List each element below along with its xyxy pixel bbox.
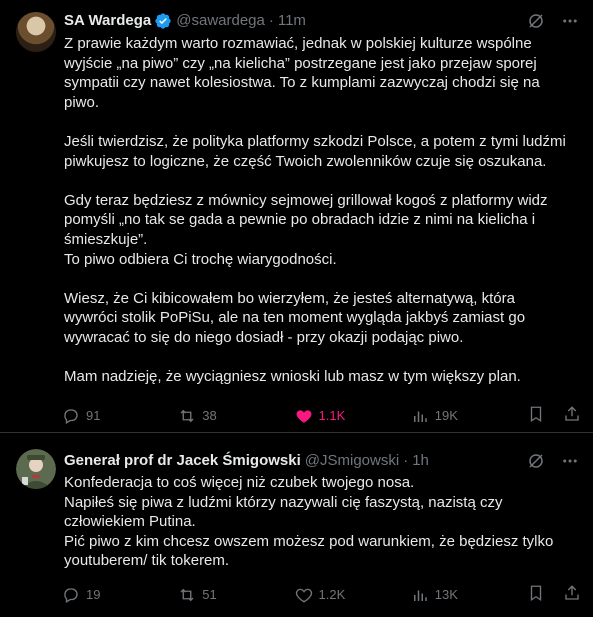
views-chart-icon — [413, 590, 427, 601]
text-line: Z prawie każdym warto rozmawiać, jednak … — [64, 35, 532, 52]
tweet-2[interactable]: Generał prof dr Jacek Śmigowski @JSmigow… — [0, 433, 593, 617]
text-line: youtuberem/ tik tokerem. — [64, 552, 230, 570]
text-line: piwo. — [64, 93, 100, 111]
views-button[interactable]: 13K — [411, 586, 471, 604]
like-count: 1.2K — [318, 587, 346, 602]
bookmark-button[interactable] — [527, 405, 545, 426]
heart-filled-icon — [296, 409, 311, 423]
tweet-header: Generał prof dr Jacek Śmigowski @JSmigow… — [64, 451, 429, 471]
reply-button[interactable]: 19 — [62, 586, 122, 604]
like-button[interactable]: 1.2K — [295, 586, 355, 604]
text-line: człowiekiem Putina. — [64, 513, 196, 531]
text-line: sympatii czy nawet kolesiostwa. To z kum… — [64, 74, 540, 92]
reply-icon — [64, 587, 78, 603]
text-line: Mam nadzieję, że wyciągniesz wnioski lub… — [64, 368, 521, 386]
grok-icon[interactable] — [527, 452, 545, 470]
text-line: wywracać to się do niego dosiadł - przy … — [64, 328, 464, 346]
retweet-count: 38 — [202, 408, 217, 423]
text-line: wywróci stolik PoPiSu, ale na ten moment… — [64, 309, 526, 327]
reply-count: 19 — [86, 587, 101, 602]
separator-dot: · — [268, 12, 274, 29]
retweet-icon — [180, 409, 194, 422]
bookmark-button[interactable] — [527, 584, 545, 605]
retweet-icon — [180, 588, 194, 601]
views-button[interactable]: 19K — [411, 407, 471, 425]
tweet-time[interactable]: 1h — [412, 451, 429, 471]
tweet-actions: 91 38 1.1K 19K — [62, 405, 581, 426]
retweet-button[interactable]: 38 — [178, 407, 238, 425]
views-chart-icon — [413, 411, 427, 422]
share-icon — [565, 585, 579, 600]
tweet-time[interactable]: 11m — [278, 11, 306, 31]
text-line — [64, 269, 579, 289]
tweet-actions: 19 51 1.2K 13K — [62, 584, 581, 605]
bookmark-icon — [530, 406, 542, 423]
avatar[interactable] — [16, 12, 56, 52]
share-icon — [565, 406, 579, 421]
tweet-text: Konfederacja to coś więcej niż czubek tw… — [64, 473, 579, 571]
text-line — [64, 171, 579, 191]
text-line: To piwo odbiera Ci trochę wiarygodności. — [64, 250, 337, 268]
view-count: 13K — [434, 587, 458, 602]
tweet-header: SA Wardega @sawardega · 11m — [64, 11, 306, 31]
reply-count: 91 — [86, 408, 101, 423]
text-line: Napiłeś się piwa z ludźmi którzy nazywal… — [64, 493, 503, 511]
text-line: piwkujesz to logiczne, że część Twoich z… — [64, 152, 547, 170]
heart-icon — [295, 588, 312, 603]
text-line — [64, 112, 579, 132]
text-line: Gdy teraz będziesz z mównicy sejmowej gr… — [64, 191, 548, 209]
text-line: śmieszkuje”. — [64, 230, 148, 248]
tweet-1[interactable]: SA Wardega @sawardega · 11m Z prawie każ… — [0, 0, 593, 432]
view-count: 19K — [434, 408, 458, 423]
author-handle[interactable]: @JSmigowski — [305, 451, 399, 471]
bookmark-icon — [530, 585, 542, 602]
text-line: Wiesz, że Ci kibicowałem bo wierzyłem, ż… — [64, 289, 515, 307]
author-name[interactable]: SA Wardega — [64, 11, 151, 31]
more-options-icon[interactable] — [561, 12, 579, 30]
author-name[interactable]: Generał prof dr Jacek Śmigowski — [64, 451, 301, 471]
separator-dot: · — [403, 452, 409, 469]
retweet-count: 51 — [202, 587, 217, 602]
avatar[interactable] — [16, 449, 56, 489]
tweet-text: Z prawie każdym warto rozmawiać, jednak … — [64, 34, 579, 387]
author-handle[interactable]: @sawardega — [176, 11, 265, 31]
text-line — [64, 348, 579, 368]
reply-button[interactable]: 91 — [62, 407, 122, 425]
like-count: 1.1K — [318, 408, 346, 423]
share-button[interactable] — [563, 584, 581, 605]
more-options-icon[interactable] — [561, 452, 579, 470]
like-button[interactable]: 1.1K — [295, 407, 355, 425]
verified-badge-icon — [154, 12, 172, 30]
retweet-button[interactable]: 51 — [178, 586, 238, 604]
share-button[interactable] — [563, 405, 581, 426]
grok-icon[interactable] — [527, 12, 545, 30]
text-line: Jeśli twierdzisz, że polityka platformy … — [64, 132, 566, 150]
text-line: pomyśli „no tak se gada a pewnie po obra… — [64, 211, 536, 229]
text-line: Pić piwo z kim chcesz owszem możesz pod … — [64, 532, 554, 550]
text-line: wyjście „na piwo” czy „na kielicha” post… — [64, 54, 537, 72]
reply-icon — [64, 408, 78, 424]
text-line: Konfederacja to coś więcej niż czubek tw… — [64, 474, 415, 491]
